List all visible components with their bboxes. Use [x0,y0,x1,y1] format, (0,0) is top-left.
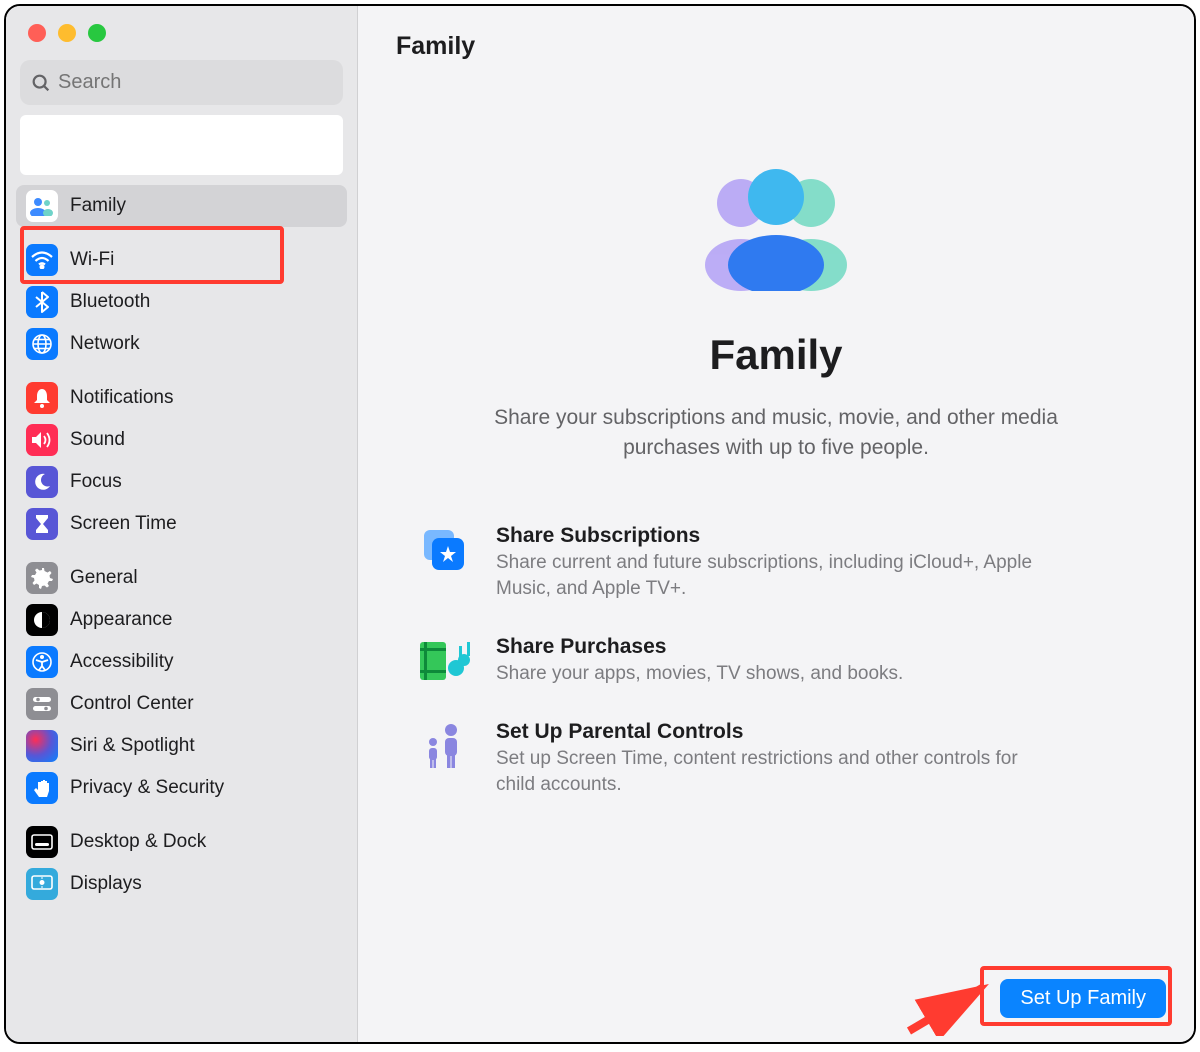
sidebar-item-label: Notifications [70,387,174,409]
wifi-icon [26,244,58,276]
dock-icon [26,826,58,858]
sidebar-item-label: Focus [70,471,122,493]
window-controls [6,6,357,42]
sidebar-item-sound[interactable]: Sound [16,419,347,461]
sidebar-item-label: Screen Time [70,513,177,535]
page-title: Family [396,32,1156,61]
sidebar-item-label: Desktop & Dock [70,831,206,853]
share-purchases-icon [418,635,470,687]
search-field[interactable] [58,71,333,94]
sidebar-item-label: General [70,567,138,589]
sound-icon [26,424,58,456]
siri-icon [26,730,58,762]
sidebar-item-notifications[interactable]: Notifications [16,377,347,419]
feature-share-subscriptions: Share Subscriptions Share current and fu… [418,508,1134,619]
sidebar-item-label: Network [70,333,140,355]
sidebar-item-label: Siri & Spotlight [70,735,195,757]
sidebar-item-label: Displays [70,873,142,895]
main-pane: Family Family Share your subscriptions a… [358,6,1194,1042]
minimize-icon[interactable] [58,24,76,42]
sidebar-item-label: Privacy & Security [70,777,224,799]
sidebar-item-accessibility[interactable]: Accessibility [16,641,347,683]
displays-icon [26,868,58,900]
sidebar-item-controlcenter[interactable]: Control Center [16,683,347,725]
sidebar-item-focus[interactable]: Focus [16,461,347,503]
sidebar-item-label: Sound [70,429,125,451]
search-input[interactable] [20,60,343,105]
annotation-arrow-icon [904,976,994,1036]
bluetooth-icon [26,286,58,318]
sidebar-item-label: Bluetooth [70,291,150,313]
network-icon [26,328,58,360]
sidebar-item-label: Family [70,195,126,217]
sidebar-item-label: Wi-Fi [70,249,114,271]
settings-window: Family Wi-Fi Bluetooth [4,4,1196,1044]
feature-desc: Set up Screen Time, content restrictions… [496,746,1036,799]
search-icon [30,72,52,94]
fullscreen-icon[interactable] [88,24,106,42]
sidebar-item-general[interactable]: General [16,557,347,599]
sidebar-item-network[interactable]: Network [16,323,347,365]
sidebar-item-label: Appearance [70,609,172,631]
bell-icon [26,382,58,414]
sidebar-item-appearance[interactable]: Appearance [16,599,347,641]
feature-desc: Share your apps, movies, TV shows, and b… [496,661,903,688]
feature-title: Share Purchases [496,635,903,659]
feature-desc: Share current and future subscriptions, … [496,550,1036,603]
moon-icon [26,466,58,498]
sidebar-item-desktop-dock[interactable]: Desktop & Dock [16,821,347,863]
hand-icon [26,772,58,804]
sidebar-item-family[interactable]: Family [16,185,347,227]
accessibility-icon [26,646,58,678]
feature-parental-controls: Set Up Parental Controls Set up Screen T… [418,704,1134,815]
sidebar-item-wifi[interactable]: Wi-Fi [16,239,347,281]
sidebar: Family Wi-Fi Bluetooth [6,6,358,1042]
appearance-icon [26,604,58,636]
sidebar-item-screentime[interactable]: Screen Time [16,503,347,545]
hero-heading: Family [709,331,842,379]
share-subscriptions-icon [418,524,470,576]
hero-subtitle: Share your subscriptions and music, movi… [456,403,1096,464]
sidebar-item-label: Accessibility [70,651,173,673]
family-hero-icon [686,161,866,291]
sidebar-item-label: Control Center [70,693,194,715]
sidebar-nav: Family Wi-Fi Bluetooth [6,185,357,905]
feature-title: Share Subscriptions [496,524,1036,548]
parental-controls-icon [418,720,470,772]
hero: Family Share your subscriptions and musi… [358,61,1194,464]
close-icon[interactable] [28,24,46,42]
set-up-family-button[interactable]: Set Up Family [1000,979,1166,1018]
controlcenter-icon [26,688,58,720]
apple-id-account[interactable] [20,115,343,175]
hourglass-icon [26,508,58,540]
gear-icon [26,562,58,594]
feature-share-purchases: Share Purchases Share your apps, movies,… [418,619,1134,704]
sidebar-item-siri[interactable]: Siri & Spotlight [16,725,347,767]
family-icon [26,190,58,222]
sidebar-item-privacy[interactable]: Privacy & Security [16,767,347,809]
sidebar-item-bluetooth[interactable]: Bluetooth [16,281,347,323]
feature-title: Set Up Parental Controls [496,720,1036,744]
sidebar-item-displays[interactable]: Displays [16,863,347,905]
feature-list: Share Subscriptions Share current and fu… [358,464,1194,815]
